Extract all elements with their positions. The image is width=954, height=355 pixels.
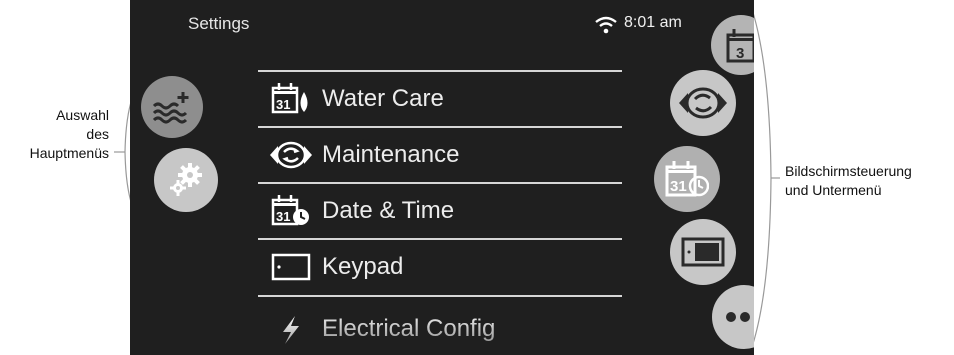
list-item-electrical-config[interactable]: Electrical Config — [258, 302, 622, 355]
keypad-icon — [681, 237, 725, 267]
keypad-button[interactable] — [670, 219, 736, 285]
wifi-icon — [595, 16, 617, 34]
annotation-main-menu: Auswahl des Hauptmenüs — [0, 106, 109, 163]
water-care-menu-button[interactable] — [141, 76, 203, 138]
electrical-icon — [268, 311, 314, 347]
maintenance-button[interactable] — [670, 70, 736, 136]
settings-menu-button[interactable] — [154, 148, 218, 212]
more-button[interactable] — [712, 285, 754, 349]
svg-text:31: 31 — [276, 209, 290, 224]
water-add-icon — [152, 92, 189, 124]
svg-text:31: 31 — [276, 97, 290, 112]
cycle-arrows-icon — [679, 87, 727, 119]
cycle-arrows-icon — [268, 137, 314, 173]
calendar-button[interactable]: 3 — [711, 15, 754, 75]
divider — [258, 295, 622, 297]
more-icon — [726, 312, 750, 322]
page-title: Settings — [188, 14, 250, 33]
keypad-icon — [268, 249, 314, 285]
list-item-label: Maintenance — [322, 141, 460, 168]
calendar-drop-icon: 31 — [268, 81, 314, 117]
annotation-line: Bildschirmsteuerung — [785, 163, 912, 179]
list-item-date-time[interactable]: 31 Date & Time — [258, 184, 622, 238]
device-screen: Settings 8:01 am 31 Water Care Maintenan… — [130, 0, 754, 355]
clock: 8:01 am — [624, 14, 682, 31]
gears-icon — [170, 163, 202, 196]
annotation-line: Hauptmenüs — [29, 145, 109, 161]
annotation-screen-controls: Bildschirmsteuerung und Untermenü — [785, 162, 954, 200]
calendar-button-label: 3 — [736, 45, 744, 62]
date-time-button-label: 31 — [670, 178, 687, 195]
list-item-label: Electrical Config — [322, 315, 496, 342]
list-item-maintenance[interactable]: Maintenance — [258, 128, 622, 182]
annotation-line: Auswahl — [56, 107, 109, 123]
calendar-clock-icon: 31 — [665, 161, 709, 197]
annotation-line: und Untermenü — [785, 182, 882, 198]
calendar-icon: 3 — [726, 29, 754, 63]
annotation-line: des — [86, 126, 109, 142]
list-item-water-care[interactable]: 31 Water Care — [258, 72, 622, 126]
list-item-keypad[interactable]: Keypad — [258, 240, 622, 294]
date-time-button[interactable]: 31 — [654, 146, 720, 212]
list-item-label: Date & Time — [322, 197, 455, 224]
list-item-label: Keypad — [322, 253, 404, 280]
calendar-clock-icon: 31 — [268, 193, 314, 229]
list-item-label: Water Care — [322, 85, 444, 112]
